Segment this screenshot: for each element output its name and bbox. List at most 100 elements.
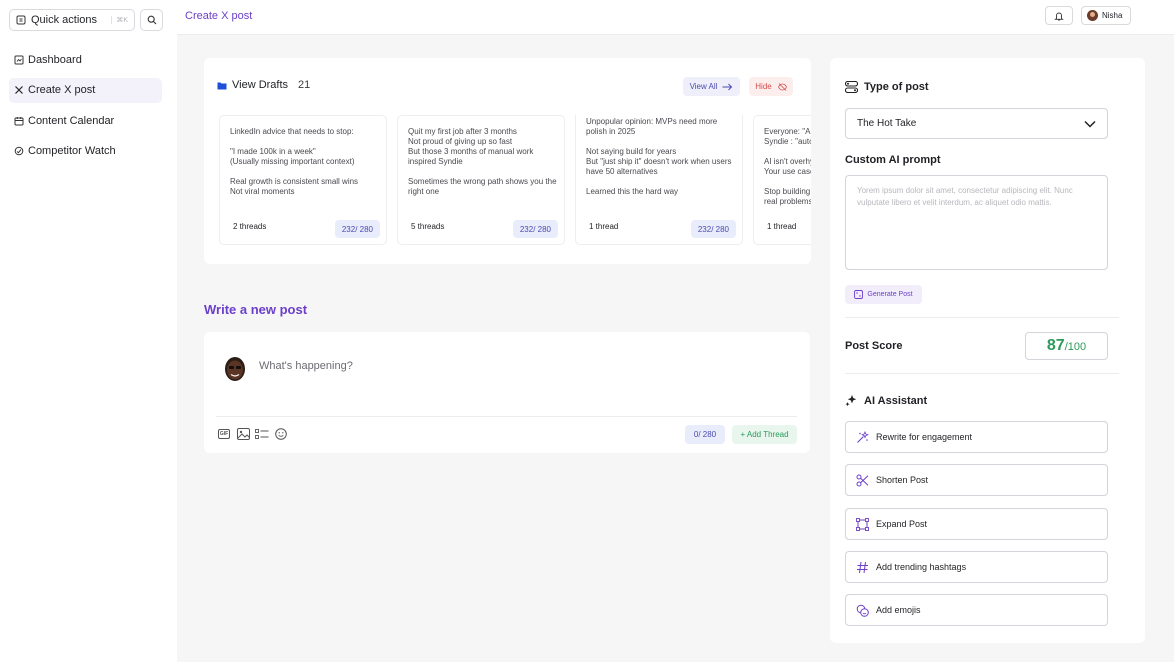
post-type-icon [845,81,858,93]
sidebar-item-content-calendar[interactable]: Content Calendar [9,108,162,133]
shorten-post-button[interactable]: Shorten Post [845,464,1108,496]
dashboard-icon [14,55,24,64]
draft-text: Unpopular opinion: MVPs need more polish… [586,117,732,196]
generate-post-button[interactable]: Generate Post [845,285,922,304]
avatar [1087,10,1098,21]
expand-post-label: Expand Post [876,519,928,529]
gif-button[interactable]: GIF [217,427,231,441]
draft-thread-count: 5 threads [411,222,445,231]
emoji-button[interactable] [274,427,288,441]
emoji-icon [856,604,869,617]
list-button[interactable] [255,427,269,441]
drafts-count: 21 [298,79,311,91]
shorten-post-label: Shorten Post [876,475,929,485]
sidebar-nav: Dashboard Create X post Content Calendar… [9,47,162,169]
gif-icon: GIF [217,429,231,439]
bell-icon [1054,12,1064,20]
draft-char-count: 232/ 280 [334,220,380,238]
image-button[interactable] [236,427,250,441]
ai-assistant-title: AI Assistant [864,394,928,407]
add-emojis-button[interactable]: Add emojis [845,594,1108,626]
scissors-icon [856,474,869,486]
char-counter: 0/ 280 [685,425,725,444]
emoji-icon [275,428,287,440]
divider [216,416,797,417]
top-bar: Create X post Nisha [177,0,1174,35]
draft-card[interactable]: Quit my first job after 3 months Not pro… [397,115,565,245]
draft-thread-count: 2 threads [233,222,267,231]
sparkle-icon [857,430,869,443]
generate-post-label: Generate Post [867,291,913,298]
compose-toolbar: GIF [217,427,288,441]
competitor-icon [14,146,24,156]
image-icon [236,428,250,440]
post-score-box: 87 /100 [1025,332,1108,360]
notifications-button[interactable] [1045,6,1073,25]
custom-prompt-input[interactable] [845,175,1108,270]
user-menu[interactable]: Nisha [1081,6,1131,25]
view-all-button[interactable]: View All [683,77,740,96]
breadcrumb[interactable]: Create X post [185,10,252,22]
dice-icon [854,290,864,299]
sidebar-item-competitor-watch[interactable]: Competitor Watch [9,139,162,164]
drafts-title: View Drafts [232,79,289,91]
sidebar-item-label: Create X post [28,84,96,96]
hashtag-icon [857,561,868,573]
draft-card[interactable]: Everyone: "AI Syndie : "auto AI isn't ov… [753,115,811,245]
draft-char-count: 232/ 280 [512,220,558,238]
expand-post-button[interactable]: Expand Post [845,508,1108,540]
quick-actions-button[interactable]: Quick actions ⌘K [9,9,135,31]
sidebar-item-label: Dashboard [28,53,82,66]
list-icon [255,428,269,439]
draft-text: LinkedIn advice that needs to stop: "I m… [230,127,359,196]
divider [845,373,1119,374]
user-name: Nisha [1102,11,1123,20]
add-trending-hashtags-label: Add trending hashtags [876,562,967,572]
search-icon [147,15,156,25]
post-score-value: 87 [1046,337,1065,354]
drafts-card: View Drafts 21 View All Hide LinkedIn ad… [204,58,811,264]
shortcut-hint: ⌘K [111,16,128,24]
custom-prompt-title: Custom AI prompt [845,154,941,166]
hide-drafts-button[interactable]: Hide [749,77,793,96]
arrow-right-icon [722,83,733,90]
x-logo-icon [15,86,23,94]
draft-thread-count: 1 thread [589,222,619,231]
draft-card[interactable]: LinkedIn advice that needs to stop: "I m… [219,115,387,245]
type-of-post-title: Type of post [864,81,929,93]
quick-actions-label: Quick actions [31,14,98,26]
sidebar-item-label: Content Calendar [28,114,115,127]
rewrite-for-engagement-label: Rewrite for engagement [876,432,973,442]
post-score-max: /100 [1064,341,1087,353]
draft-cards-row: LinkedIn advice that needs to stop: "I m… [219,115,811,245]
avatar [225,357,245,381]
custom-prompt-heading: Custom AI prompt [845,154,941,166]
sidebar-item-dashboard[interactable]: Dashboard [9,47,162,72]
compose-card: GIF 0/ 280 + Add Thread [204,332,810,453]
post-type-select[interactable]: The Hot Take [845,108,1108,139]
search-button[interactable] [140,9,163,31]
sparkle-icon [845,395,857,407]
hide-label: Hide [755,82,772,91]
add-emojis-label: Add emojis [876,605,921,615]
draft-text: Quit my first job after 3 months Not pro… [408,127,557,196]
sidebar-item-create-x-post[interactable]: Create X post [9,77,162,103]
write-post-title: Write a new post [204,302,308,317]
post-type-value: The Hot Take [857,118,917,129]
quick-actions-icon [16,15,26,25]
divider [845,317,1119,318]
add-thread-button[interactable]: + Add Thread [732,425,797,444]
draft-text: Everyone: "AI Syndie : "auto AI isn't ov… [764,127,811,206]
type-of-post-heading: Type of post [845,81,929,93]
ai-assistant-heading: AI Assistant [845,394,927,407]
draft-char-count: 232/ 280 [690,220,736,238]
folder-icon [217,82,227,89]
draft-thread-count: 1 thread [767,222,797,231]
rewrite-for-engagement-button[interactable]: Rewrite for engagement [845,421,1108,453]
post-settings-panel: Type of post The Hot Take Custom AI prom… [830,58,1145,643]
calendar-icon [14,116,24,125]
compose-input[interactable] [259,360,759,372]
draft-card[interactable]: Unpopular opinion: MVPs need more polish… [575,115,743,245]
add-trending-hashtags-button[interactable]: Add trending hashtags [845,551,1108,583]
chevron-down-icon [1084,120,1096,128]
